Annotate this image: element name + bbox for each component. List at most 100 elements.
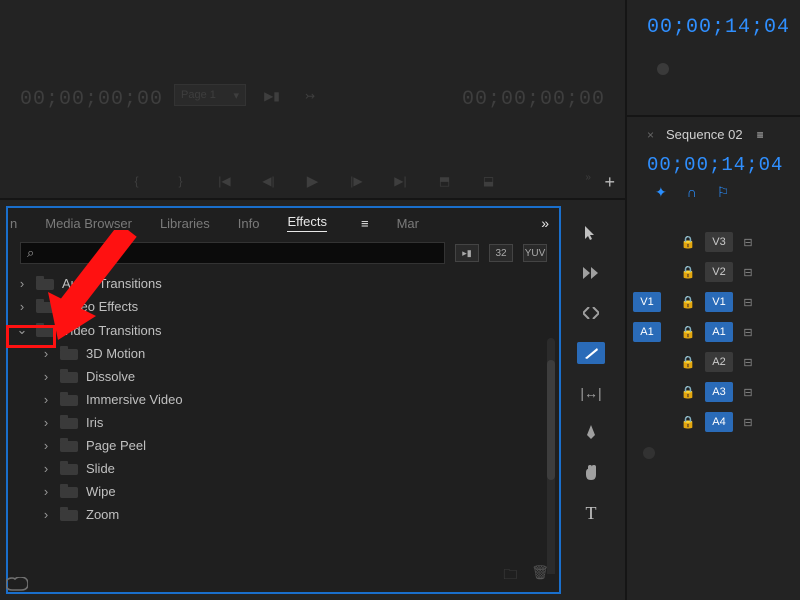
tree-item-zoom[interactable]: › Zoom — [12, 503, 559, 526]
nest-icon[interactable]: ✦ — [655, 184, 667, 201]
tab-media-browser[interactable]: Media Browser — [45, 216, 132, 231]
creative-cloud-icon[interactable] — [6, 577, 28, 596]
track-output-icon[interactable]: ⊟ — [739, 356, 757, 369]
search-input[interactable] — [40, 246, 438, 261]
source-patch-v1[interactable]: V1 — [633, 292, 661, 312]
ripple-edit-tool-icon[interactable] — [577, 302, 605, 324]
lock-icon[interactable]: 🔒 — [677, 265, 699, 279]
chevron-right-icon[interactable]: › — [40, 438, 52, 453]
step-forward-icon[interactable]: |▶ — [347, 172, 365, 190]
slip-tool-icon[interactable]: |↔| — [577, 382, 605, 404]
go-to-in-icon[interactable]: |◀ — [215, 172, 233, 190]
tree-item-immersive-video[interactable]: › Immersive Video — [12, 388, 559, 411]
chevron-right-icon[interactable]: › — [16, 276, 28, 291]
lock-icon[interactable]: 🔒 — [677, 385, 699, 399]
pen-tool-icon[interactable] — [577, 422, 605, 444]
tab-first-partial[interactable]: n — [10, 216, 17, 231]
track-a2[interactable]: 🔒 A2 ⊟ — [627, 347, 800, 377]
track-label[interactable]: V3 — [705, 232, 733, 252]
lift-icon[interactable]: ⬒ — [435, 172, 453, 190]
chevron-right-icon[interactable]: › — [40, 392, 52, 407]
chevron-right-icon[interactable]: › — [40, 369, 52, 384]
track-a4[interactable]: 🔒 A4 ⊟ — [627, 407, 800, 437]
close-icon[interactable]: × — [647, 128, 654, 142]
tree-item-slide[interactable]: › Slide — [12, 457, 559, 480]
tree-item-wipe[interactable]: › Wipe — [12, 480, 559, 503]
delete-icon[interactable]: 🗑 — [531, 564, 549, 588]
panel-menu-icon[interactable]: ≡ — [757, 128, 764, 142]
tree-item-page-peel[interactable]: › Page Peel — [12, 434, 559, 457]
step-back-icon[interactable]: ◀| — [259, 172, 277, 190]
track-a3[interactable]: 🔒 A3 ⊟ — [627, 377, 800, 407]
tab-markers-partial[interactable]: Mar — [397, 216, 419, 231]
lock-icon[interactable]: 🔒 — [677, 415, 699, 429]
chevron-right-icon[interactable]: › — [40, 461, 52, 476]
accelerated-filter-icon[interactable]: ▸▮ — [455, 244, 479, 262]
track-output-icon[interactable]: ⊟ — [739, 236, 757, 249]
snap-icon[interactable]: ∩ — [687, 184, 697, 201]
tree-item-3d-motion[interactable]: › 3D Motion — [12, 342, 559, 365]
zoom-scroll-handle[interactable] — [643, 447, 655, 459]
insert-icon[interactable]: ↣ — [300, 88, 320, 104]
tree-item-dissolve[interactable]: › Dissolve — [12, 365, 559, 388]
lock-icon[interactable]: 🔒 — [677, 295, 699, 309]
type-tool-icon[interactable]: T — [577, 502, 605, 524]
chevron-right-icon[interactable]: › — [40, 346, 52, 361]
track-output-icon[interactable]: ⊟ — [739, 326, 757, 339]
track-label[interactable]: A3 — [705, 382, 733, 402]
track-v3[interactable]: 🔒 V3 ⊟ — [627, 227, 800, 257]
lock-icon[interactable]: 🔒 — [677, 355, 699, 369]
chevron-right-icon[interactable]: › — [40, 507, 52, 522]
lock-icon[interactable]: 🔒 — [677, 235, 699, 249]
chevron-down-icon[interactable]: ⌄ — [16, 322, 28, 338]
track-output-icon[interactable]: ⊟ — [739, 416, 757, 429]
playhead-icon[interactable] — [657, 63, 669, 75]
track-label[interactable]: V1 — [705, 292, 733, 312]
track-label[interactable]: A2 — [705, 352, 733, 372]
selection-tool-icon[interactable] — [577, 222, 605, 244]
tab-overflow-icon[interactable]: » — [541, 215, 549, 231]
extract-icon[interactable]: ⬓ — [479, 172, 497, 190]
track-label[interactable]: V2 — [705, 262, 733, 282]
32bit-filter-icon[interactable]: 32 — [489, 244, 513, 262]
go-to-out-icon[interactable]: ▶| — [391, 172, 409, 190]
track-v1[interactable]: V1 🔒 V1 ⊟ — [627, 287, 800, 317]
sequence-title[interactable]: Sequence 02 — [666, 127, 743, 142]
tree-item-audio-transitions[interactable]: › Audio Transitions — [12, 272, 559, 295]
chevron-right-icon[interactable]: › — [40, 484, 52, 499]
track-output-icon[interactable]: ⊟ — [739, 266, 757, 279]
play-icon[interactable]: ▶ — [303, 172, 321, 190]
time-ruler[interactable] — [647, 53, 790, 65]
track-a1[interactable]: A1 🔒 A1 ⊟ — [627, 317, 800, 347]
panel-menu-icon[interactable]: ≡ — [361, 216, 369, 231]
mark-in-icon[interactable]: { — [127, 172, 145, 190]
scrollbar[interactable] — [547, 338, 555, 574]
hand-tool-icon[interactable] — [577, 462, 605, 484]
chevron-right-icon[interactable]: › — [16, 299, 28, 314]
source-patch-a1[interactable]: A1 — [633, 322, 661, 342]
play-in-out-icon[interactable]: ▶▮ — [262, 88, 282, 104]
search-input-wrapper[interactable]: ⌕ — [20, 242, 445, 264]
tree-item-video-transitions[interactable]: ⌄ Video Transitions — [12, 318, 559, 342]
overflow-chevron-icon[interactable]: » — [585, 172, 591, 183]
mark-out-icon[interactable]: } — [171, 172, 189, 190]
razor-tool-icon[interactable] — [577, 342, 605, 364]
track-label[interactable]: A4 — [705, 412, 733, 432]
tree-item-video-effects[interactable]: › Video Effects — [12, 295, 559, 318]
track-v2[interactable]: 🔒 V2 ⊟ — [627, 257, 800, 287]
add-button-icon[interactable]: + — [604, 172, 615, 193]
sequence-timecode[interactable]: 00;00;14;04 — [627, 148, 800, 184]
lock-icon[interactable]: 🔒 — [677, 325, 699, 339]
linked-selection-icon[interactable]: ⚐ — [717, 184, 730, 201]
track-output-icon[interactable]: ⊟ — [739, 296, 757, 309]
tab-libraries[interactable]: Libraries — [160, 216, 210, 231]
track-select-tool-icon[interactable] — [577, 262, 605, 284]
tab-effects[interactable]: Effects — [287, 214, 327, 232]
yuv-filter-icon[interactable]: YUV — [523, 244, 547, 262]
chevron-right-icon[interactable]: › — [40, 415, 52, 430]
tree-item-iris[interactable]: › Iris — [12, 411, 559, 434]
track-label[interactable]: A1 — [705, 322, 733, 342]
track-output-icon[interactable]: ⊟ — [739, 386, 757, 399]
scrollbar-thumb[interactable] — [547, 360, 555, 480]
page-select-dropdown[interactable]: Page 1 ▾ — [174, 84, 246, 106]
